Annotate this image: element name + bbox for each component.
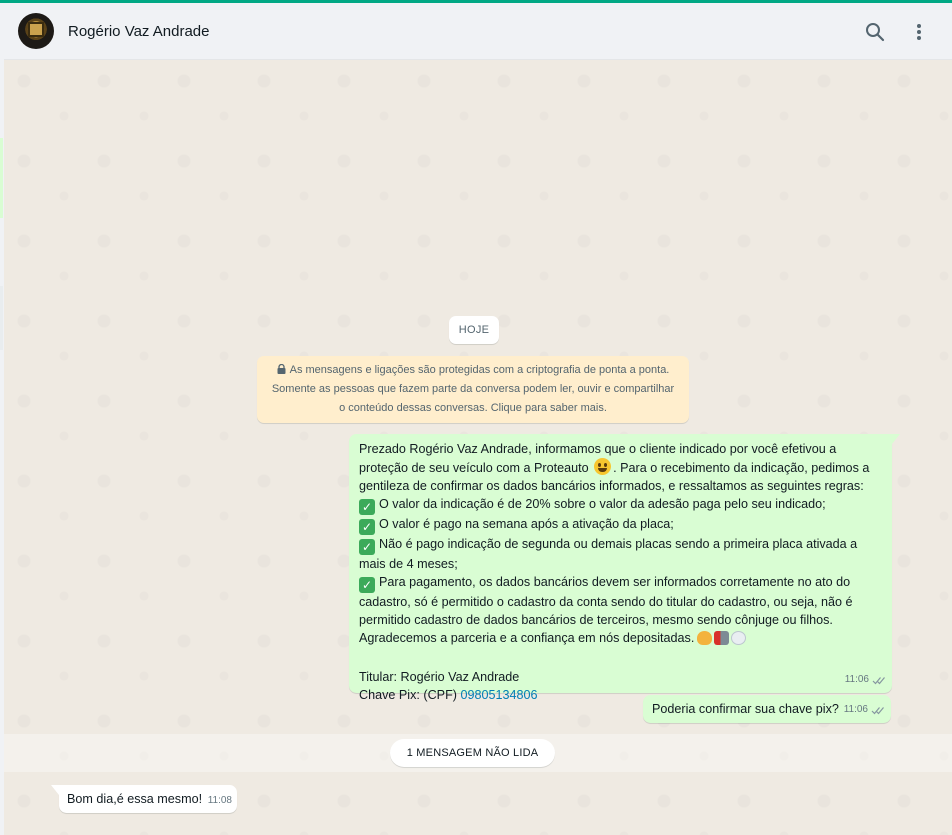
checkmark-emoji-icon: ✓ [359, 519, 375, 535]
unread-messages-divider: 1 MENSAGEM NÃO LIDA [390, 739, 555, 767]
shield-emoji-icon [731, 631, 747, 645]
message-line: ✓ O valor da indicação é de 20% sobre o v… [359, 495, 884, 515]
message-line: cadastro, só é permitido o cadastro da c… [359, 595, 853, 609]
checkmark-emoji-icon: ✓ [359, 539, 375, 555]
message-time: 11:06 [844, 674, 869, 685]
search-icon [866, 23, 885, 42]
truck-emoji-icon [714, 631, 730, 645]
message-text: Agradecemos a parceria e a confiança em … [359, 631, 695, 645]
left-edge-divider [0, 286, 3, 350]
encryption-notice-text-2: Somente as pessoas que fazem parte da co… [271, 383, 675, 395]
message-line: Prezado Rogério Vaz Andrade, informamos … [359, 442, 837, 456]
message-meta: 11:06 [844, 701, 885, 719]
message-meta: 11:06 [845, 671, 886, 689]
message-meta: 11:08 [208, 792, 232, 810]
emoji-group [697, 631, 748, 650]
message-line: Agradecemos a parceria e a confiança em … [359, 629, 884, 650]
message-spacer [359, 650, 884, 668]
message-text: Para pagamento, os dados bancários devem… [379, 575, 851, 589]
message-text: Poderia confirmar sua chave pix? [652, 702, 839, 716]
message-text: Chave Pix: (CPF) [359, 688, 461, 702]
message-line: permitido cadastro de dados bancários de… [359, 613, 833, 627]
message-bubble-outgoing[interactable]: Poderia confirmar sua chave pix? 11:06 [643, 695, 891, 723]
double-check-icon [871, 706, 884, 714]
encryption-notice-text-1: As mensagens e ligações são protegidas c… [289, 364, 670, 376]
message-line: ✓ Para pagamento, os dados bancários deve… [359, 573, 884, 593]
message-text: O valor é pago na semana após a ativação… [379, 517, 674, 531]
search-button[interactable] [862, 19, 888, 45]
message-text: O valor da indicação é de 20% sobre o va… [379, 497, 826, 511]
double-check-icon [872, 676, 885, 684]
message-text: Não é pago indicação de segunda ou demai… [379, 537, 858, 551]
menu-button[interactable] [906, 19, 932, 45]
checkmark-emoji-icon: ✓ [359, 499, 375, 515]
bubble-tail [892, 434, 900, 444]
bubble-tail [51, 785, 59, 795]
date-divider: HOJE [449, 316, 499, 344]
message-line: Titular: Rogério Vaz Andrade [359, 670, 520, 684]
left-edge-highlight [0, 138, 3, 218]
checkmark-emoji-icon: ✓ [359, 577, 375, 593]
avatar-image [28, 22, 44, 37]
message-bubble-incoming[interactable]: Bom dia,é essa mesmo! 11:08 [51, 785, 237, 813]
message-line: proteção de seu veículo com a Proteauto … [359, 458, 884, 477]
encryption-notice-line: As mensagens e ligações são protegidas c… [257, 361, 689, 380]
message-text: Bom dia,é essa mesmo! [67, 792, 203, 806]
message-line: mais de 4 meses; [359, 557, 458, 571]
message-text: . Para o recebimento da indicação, pedim… [613, 461, 870, 475]
chat-header: Rogério Vaz Andrade [4, 3, 952, 60]
message-time: 11:06 [843, 704, 868, 715]
message-line: ✓ O valor é pago na semana após a ativaçã… [359, 515, 884, 535]
message-line: gentileza de confirmar os dados bancário… [359, 479, 864, 493]
encryption-notice[interactable]: As mensagens e ligações são protegidas c… [257, 356, 689, 423]
message-line: ✓ Não é pago indicação de segunda ou dema… [359, 535, 884, 555]
message-text: proteção de seu veículo com a Proteauto [359, 461, 589, 475]
handshake-emoji-icon [697, 631, 713, 645]
message-bubble-outgoing[interactable]: Prezado Rogério Vaz Andrade, informamos … [349, 434, 900, 702]
lock-icon [277, 364, 286, 374]
avatar[interactable] [18, 13, 54, 49]
contact-name[interactable]: Rogério Vaz Andrade [68, 23, 209, 40]
smile-emoji-icon [594, 458, 612, 475]
menu-icon [917, 24, 921, 40]
encryption-notice-text-3: o conteúdo dessas conversas. Clique para… [339, 402, 607, 414]
chat-area[interactable]: HOJE As mensagens e ligações são protegi… [4, 61, 952, 835]
message-time: 11:08 [207, 795, 232, 806]
phone-number-link[interactable]: 09805134806 [460, 688, 537, 702]
